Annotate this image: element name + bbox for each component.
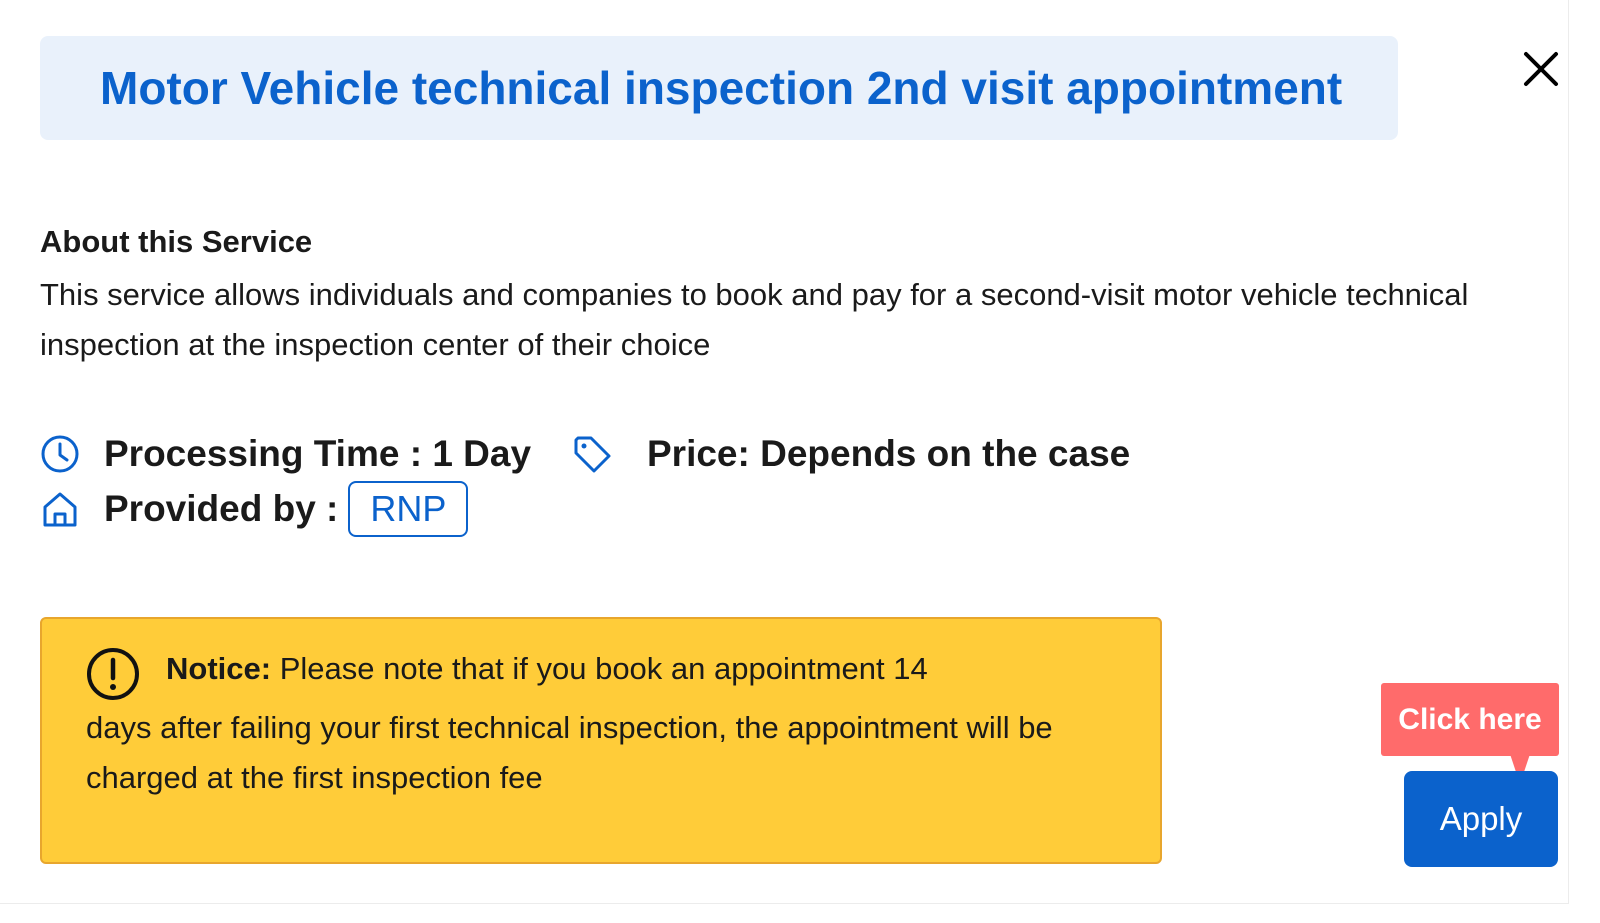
clock-icon bbox=[41, 435, 79, 473]
about-heading: About this Service bbox=[40, 224, 313, 259]
notice-box: Notice: Please note that if you book an … bbox=[40, 617, 1162, 864]
service-modal: Motor Vehicle technical inspection 2nd v… bbox=[0, 0, 1569, 904]
about-description: This service allows individuals and comp… bbox=[40, 277, 1469, 362]
exclamation-circle-icon bbox=[87, 648, 139, 700]
provider-badge[interactable]: RNP bbox=[348, 481, 469, 537]
provided-by-label: Provided by : bbox=[104, 488, 339, 529]
click-here-tooltip: Click here bbox=[1381, 683, 1559, 756]
provided-by-row: Provided by : RNP bbox=[40, 481, 469, 537]
title-banner: Motor Vehicle technical inspection 2nd v… bbox=[40, 36, 1398, 140]
page-title: Motor Vehicle technical inspection 2nd v… bbox=[100, 62, 1343, 114]
tag-icon bbox=[574, 436, 611, 473]
close-button[interactable] bbox=[1521, 49, 1561, 89]
apply-button[interactable]: Apply bbox=[1404, 771, 1558, 867]
notice-first-line: Notice: Please note that if you book an … bbox=[166, 649, 928, 689]
processing-time-row: Processing Time : 1 Day bbox=[40, 428, 531, 480]
notice-line1-text: Please note that if you book an appointm… bbox=[279, 651, 928, 686]
price-label: Price: Depends on the case bbox=[647, 433, 1131, 474]
close-icon bbox=[1524, 52, 1558, 86]
notice-label: Notice: bbox=[166, 651, 272, 686]
price-row: Price: Depends on the case bbox=[572, 428, 1130, 480]
home-icon bbox=[43, 492, 77, 527]
processing-time-label: Processing Time : 1 Day bbox=[104, 433, 532, 474]
notice-text: days after failing your first technical … bbox=[86, 710, 1053, 795]
